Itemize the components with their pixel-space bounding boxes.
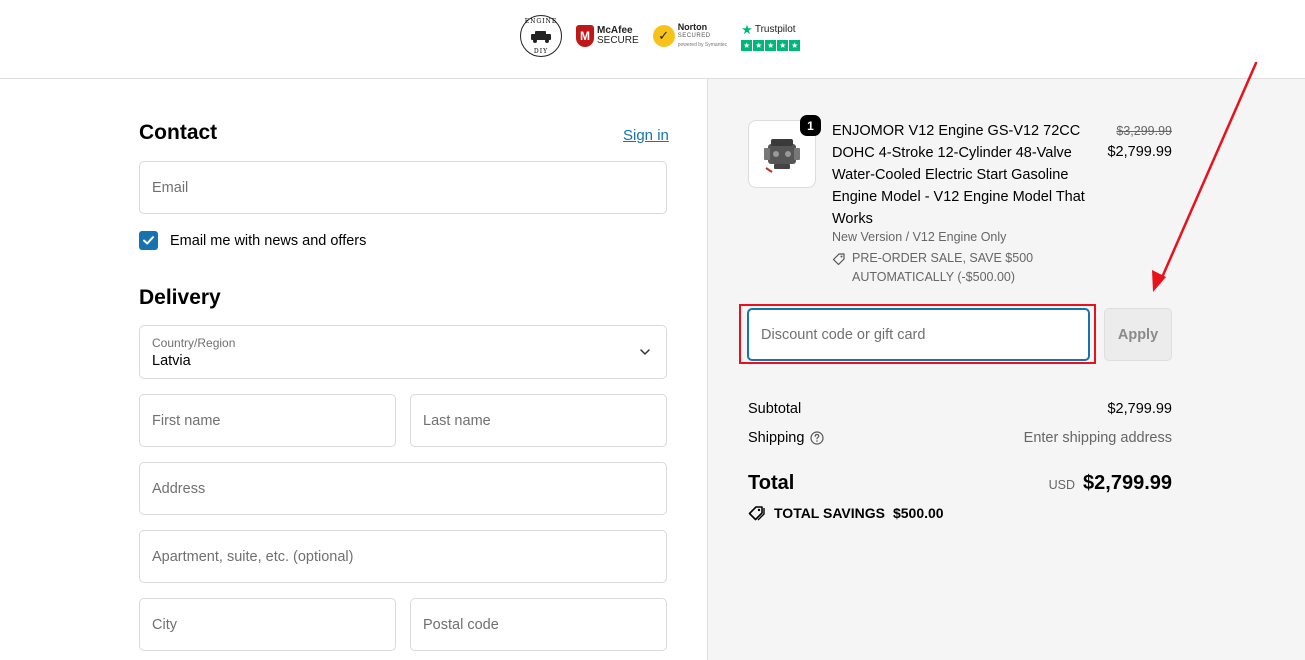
- total-savings-label: TOTAL SAVINGS: [774, 505, 885, 521]
- newsletter-checkbox[interactable]: [139, 231, 158, 250]
- country-value: Latvia: [152, 353, 191, 369]
- star-icon: ★: [777, 39, 789, 51]
- first-name-wrapper: [139, 394, 396, 447]
- star-icon: ★: [765, 39, 777, 51]
- chevron-down-icon: [640, 349, 650, 355]
- discount-line-1: PRE-ORDER SALE, SAVE $500: [852, 251, 1034, 265]
- sign-in-link[interactable]: Sign in: [623, 127, 669, 144]
- apartment-field[interactable]: [140, 531, 666, 582]
- norton-check-icon: ✓: [652, 25, 675, 47]
- trustpilot-badge: ★ Trustpilot ★ ★ ★ ★ ★: [741, 21, 801, 51]
- apply-discount-button[interactable]: Apply: [1104, 308, 1172, 361]
- email-field[interactable]: [140, 162, 666, 213]
- product-variant: New Version / V12 Engine Only: [832, 230, 1007, 244]
- engine-product-image: [764, 139, 800, 173]
- checkmark-icon: [143, 236, 154, 245]
- country-label: Country/Region: [152, 336, 236, 350]
- product-discount: PRE-ORDER SALE, SAVE $500 AUTOMATICALLY …: [832, 249, 1042, 287]
- star-icon: ★: [753, 39, 765, 51]
- total-value: USD $2,799.99: [1049, 472, 1172, 495]
- currency-code: USD: [1048, 478, 1076, 492]
- store-logo-bottom-text: DIY: [533, 48, 549, 55]
- postal-code-wrapper: [410, 598, 667, 651]
- mcafee-badge: M McAfee SECURE: [576, 25, 639, 47]
- trustpilot-name: Trustpilot: [754, 24, 796, 35]
- trustpilot-star-icon: ★: [741, 21, 753, 37]
- tag-icon: [748, 506, 765, 521]
- country-select[interactable]: Country/Region Latvia: [139, 325, 667, 379]
- store-logo-top-text: ENGINE: [524, 18, 558, 25]
- shipping-label-text: Shipping: [748, 430, 805, 446]
- address-wrapper: [139, 462, 667, 515]
- norton-sub: SECURED: [677, 32, 711, 39]
- total-amount: $2,799.99: [1083, 472, 1172, 494]
- newsletter-row: Email me with news and offers: [139, 231, 366, 250]
- checkout-header: ENGINE DIY M McAfee SECURE ✓ Norton SECU…: [0, 0, 1305, 79]
- mcafee-sub: SECURE: [597, 35, 639, 46]
- mcafee-shield-icon: M: [576, 25, 594, 47]
- city-field[interactable]: [140, 599, 395, 650]
- store-logo[interactable]: ENGINE DIY: [520, 15, 562, 57]
- city-wrapper: [139, 598, 396, 651]
- norton-name: Norton: [677, 21, 708, 32]
- original-price: $3,299.99: [1116, 124, 1172, 138]
- tag-icon: [832, 253, 845, 266]
- email-field-wrapper: [139, 161, 667, 214]
- first-name-field[interactable]: [140, 395, 395, 446]
- newsletter-label: Email me with news and offers: [170, 232, 367, 249]
- norton-powered: powered by Symantec: [677, 41, 728, 48]
- total-savings: TOTAL SAVINGS $500.00: [748, 505, 944, 521]
- engine-car-icon: [531, 31, 551, 43]
- total-label: Total: [748, 472, 795, 494]
- trust-badges: ENGINE DIY M McAfee SECURE ✓ Norton SECU…: [520, 14, 801, 58]
- shipping-label: Shipping: [748, 430, 825, 446]
- quantity-badge: 1: [800, 115, 821, 136]
- subtotal-label-text: Subtotal: [748, 401, 802, 417]
- address-field[interactable]: [140, 463, 666, 514]
- delivery-title: Delivery: [139, 286, 221, 309]
- discount-code-input[interactable]: [749, 310, 1088, 359]
- product-title: ENJOMOR V12 Engine GS-V12 72CC DOHC 4-St…: [832, 123, 1085, 227]
- star-icon: ★: [789, 39, 801, 51]
- shipping-value: Enter shipping address: [1023, 430, 1172, 446]
- total-savings-value: $500.00: [892, 505, 944, 521]
- star-icon: ★: [741, 39, 753, 51]
- subtotal-value: $2,799.99: [1107, 401, 1172, 417]
- norton-badge: ✓ Norton SECURED powered by Symantec: [652, 21, 728, 50]
- postal-code-field[interactable]: [411, 599, 666, 650]
- last-name-wrapper: [410, 394, 667, 447]
- last-name-field[interactable]: [411, 395, 666, 446]
- contact-title: Contact: [139, 121, 218, 144]
- sale-price: $2,799.99: [1107, 144, 1172, 160]
- apartment-wrapper: [139, 530, 667, 583]
- trustpilot-rating-stars: ★ ★ ★ ★ ★: [741, 39, 801, 51]
- subtotal-label: Subtotal: [748, 401, 801, 417]
- discount-line-2: AUTOMATICALLY (-$500.00): [852, 270, 1016, 284]
- discount-code-wrapper: [747, 308, 1090, 361]
- help-icon[interactable]: [810, 431, 825, 445]
